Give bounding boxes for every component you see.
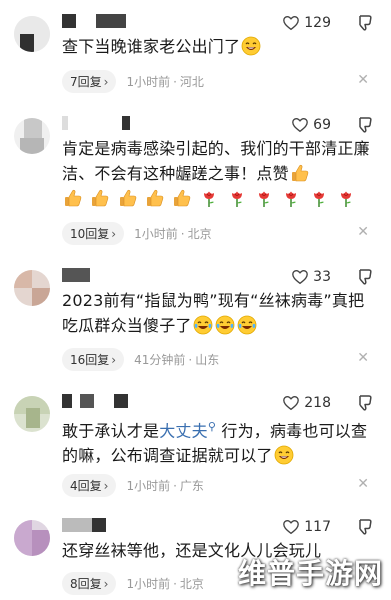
like-count: 69 bbox=[313, 117, 331, 133]
thumbs-up-emoji-icon bbox=[90, 188, 110, 208]
like-button[interactable]: 129 bbox=[282, 14, 331, 32]
thumbs-up-outline-icon bbox=[282, 14, 300, 32]
thumbs-up-outline-icon bbox=[291, 268, 309, 286]
avatar[interactable] bbox=[14, 520, 50, 556]
chevron-right-icon: › bbox=[103, 576, 109, 591]
rose-emoji-icon bbox=[281, 188, 301, 208]
rose-emoji-icon bbox=[199, 188, 219, 208]
comment-time: 1小时前 bbox=[134, 227, 178, 241]
comment-time: 1小时前 bbox=[126, 479, 171, 493]
comment-location: 河北 bbox=[179, 75, 204, 89]
comment-time: 41分钟前 bbox=[134, 353, 186, 367]
reply-count-button[interactable]: 4回复 › bbox=[62, 474, 117, 497]
thumbs-up-emoji-icon bbox=[290, 163, 310, 183]
search-icon[interactable]: ⚲ bbox=[208, 420, 216, 433]
thumbs-up-outline-icon bbox=[282, 518, 300, 536]
tears-of-joy-icon bbox=[193, 315, 213, 335]
comment-meta: 8回复 › 1小时前 · 北京 bbox=[62, 572, 204, 595]
close-icon[interactable]: ✕ bbox=[357, 224, 369, 240]
like-button[interactable]: 117 bbox=[282, 518, 331, 536]
avatar[interactable] bbox=[14, 396, 50, 432]
like-count: 117 bbox=[304, 519, 331, 535]
rose-emoji-icon bbox=[336, 188, 356, 208]
thumbs-up-emoji-icon bbox=[118, 188, 138, 208]
tears-of-joy-icon bbox=[215, 315, 235, 335]
comment-location: 广东 bbox=[179, 479, 204, 493]
search-link[interactable]: 大丈夫 bbox=[159, 421, 208, 440]
grinning-face-icon bbox=[241, 36, 261, 56]
like-count: 218 bbox=[304, 395, 331, 411]
thumbs-up-emoji-icon bbox=[172, 188, 192, 208]
thumbs-down-outline-icon bbox=[355, 517, 375, 537]
watermark: 维普手游网 bbox=[237, 557, 383, 590]
close-icon[interactable]: ✕ bbox=[357, 72, 369, 88]
like-button[interactable]: 69 bbox=[291, 116, 331, 134]
reply-count-button[interactable]: 16回复 › bbox=[62, 348, 125, 371]
close-icon[interactable]: ✕ bbox=[357, 476, 369, 492]
comment-location: 北京 bbox=[179, 577, 204, 591]
comment-meta: 4回复 › 1小时前 · 广东 bbox=[62, 474, 204, 497]
rose-emoji-icon bbox=[254, 188, 274, 208]
comment-meta: 10回复 › 1小时前 · 北京 bbox=[62, 222, 212, 245]
emoji-row bbox=[62, 189, 357, 208]
chevron-right-icon: › bbox=[111, 226, 117, 241]
reply-count-button[interactable]: 7回复 › bbox=[62, 70, 117, 93]
rose-emoji-icon bbox=[227, 188, 247, 208]
thumbs-up-outline-icon bbox=[291, 116, 309, 134]
chevron-right-icon: › bbox=[103, 74, 109, 89]
like-button[interactable]: 218 bbox=[282, 394, 331, 412]
thumbs-down-outline-icon bbox=[355, 267, 375, 287]
thumbs-up-emoji-icon bbox=[63, 188, 83, 208]
like-button[interactable]: 33 bbox=[291, 268, 331, 286]
chevron-right-icon: › bbox=[103, 478, 109, 493]
avatar[interactable] bbox=[14, 118, 50, 154]
comment-meta: 7回复 › 1小时前 · 河北 bbox=[62, 70, 204, 93]
thumbs-down-outline-icon bbox=[355, 393, 375, 413]
like-count: 33 bbox=[313, 269, 331, 285]
comment-text: 2023前有“指鼠为鸭”现有“丝袜病毒”真把吃瓜群众当傻子了 bbox=[62, 291, 365, 335]
comment-meta: 16回复 › 41分钟前 · 山东 bbox=[62, 348, 219, 371]
comment-location: 北京 bbox=[187, 227, 212, 241]
like-count: 129 bbox=[304, 15, 331, 31]
reply-count-button[interactable]: 10回复 › bbox=[62, 222, 125, 245]
comment-text: 敢于承认才是大丈夫⚲ 行为，病毒也可以查的嘛，公布调查证据就可以了 bbox=[62, 420, 368, 466]
comment-location: 山东 bbox=[195, 353, 220, 367]
avatar[interactable] bbox=[14, 16, 50, 52]
avatar[interactable] bbox=[14, 270, 50, 306]
comment-text: 查下当晚谁家老公出门了 bbox=[62, 34, 380, 59]
comment-time: 1小时前 bbox=[126, 75, 171, 89]
grinning-face-icon bbox=[274, 445, 294, 465]
rose-emoji-icon bbox=[309, 188, 329, 208]
comment-time: 1小时前 bbox=[126, 577, 171, 591]
thumbs-up-emoji-icon bbox=[145, 188, 165, 208]
reply-count-button[interactable]: 8回复 › bbox=[62, 572, 117, 595]
close-icon[interactable]: ✕ bbox=[357, 350, 369, 366]
thumbs-up-outline-icon bbox=[282, 394, 300, 412]
comment-text: 肯定是病毒感染引起的、我们的干部清正廉洁、不会有这种龌蹉之事！点赞 bbox=[62, 136, 380, 211]
thumbs-down-outline-icon bbox=[355, 115, 375, 135]
thumbs-down-outline-icon bbox=[355, 13, 375, 33]
chevron-right-icon: › bbox=[111, 352, 117, 367]
tears-of-joy-icon bbox=[237, 315, 257, 335]
